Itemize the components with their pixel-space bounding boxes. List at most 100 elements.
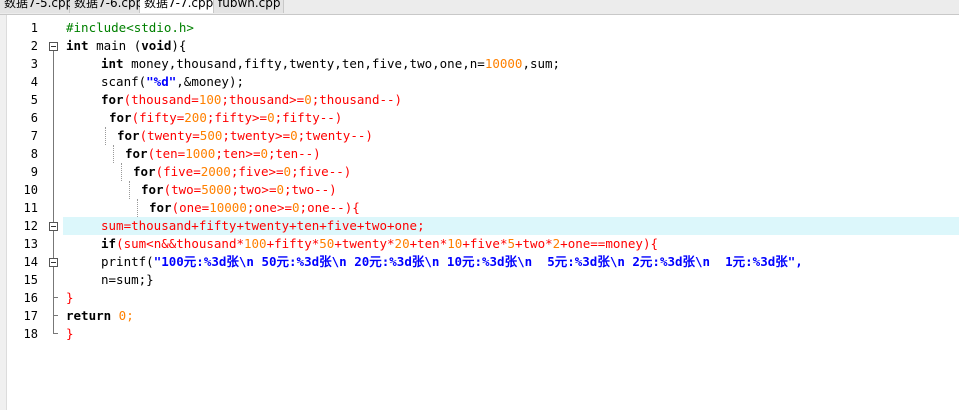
- code-text: ;ten>=: [215, 146, 261, 161]
- code-text: (fifty=: [131, 110, 185, 125]
- code-text: ;one--){: [299, 200, 360, 215]
- code-text: }: [66, 326, 74, 341]
- code-line: }: [66, 289, 959, 307]
- fold-end-marker: [53, 333, 58, 334]
- fold-toggle-icon[interactable]: [49, 222, 58, 231]
- line-number: 3: [30, 57, 38, 71]
- code-text: ;twenty--): [297, 128, 373, 143]
- line-number: 7: [30, 129, 38, 143]
- keyword: return: [66, 308, 112, 323]
- keyword: if: [101, 236, 117, 251]
- code-area[interactable]: #include<stdio.h> int main (void){ int m…: [63, 15, 959, 410]
- fold-guide-line: [53, 267, 54, 333]
- line-number: 1: [30, 21, 38, 35]
- string-literal: "100元:%3d张\n 50元:%3d张\n 20元:%3d张\n 10元:%…: [153, 254, 803, 269]
- number-literal: 10000: [484, 56, 523, 71]
- number-literal: 20: [394, 236, 410, 251]
- code-line: scanf("%d",&money);: [101, 73, 959, 91]
- tab-bar: 数据7-5.cpp 数据7-6.cpp 数据7-7.cpp fubwh.cpp: [0, 0, 959, 15]
- code-line: for(one=10000;one>=0;one--){: [149, 199, 959, 217]
- number-literal: 5: [507, 236, 515, 251]
- code-text: main (: [88, 38, 142, 53]
- code-line: for(fifty=200;fifty>=0;fifty--): [109, 109, 959, 127]
- code-text: ){: [171, 38, 187, 53]
- code-line: }: [66, 325, 959, 343]
- indent-guide: [105, 127, 107, 145]
- fold-end-marker: [53, 297, 58, 298]
- code-line: for(ten=1000;ten>=0;ten--): [125, 145, 959, 163]
- code-text: +twenty*: [334, 236, 395, 251]
- line-number: 13: [23, 237, 38, 251]
- number-literal: 2000: [200, 164, 231, 179]
- number-literal: 200: [184, 110, 207, 125]
- code-text: (two=: [163, 182, 202, 197]
- line-number-gutter: 1 2 3 4 5 6 7 8 9 10 11 12 13 14 15 16 1…: [8, 15, 62, 410]
- code-line: n=sum;}: [101, 271, 959, 289]
- code-editor[interactable]: 1 2 3 4 5 6 7 8 9 10 11 12 13 14 15 16 1…: [0, 15, 959, 410]
- code-text: ;five>=: [230, 164, 284, 179]
- line-number: 5: [30, 93, 38, 107]
- code-text: scanf(: [101, 74, 147, 89]
- number-literal: 0: [290, 128, 298, 143]
- number-literal: 100: [244, 236, 267, 251]
- number-literal: 10000: [209, 200, 247, 215]
- keyword: void: [141, 38, 172, 53]
- fold-guide-line: [53, 231, 54, 259]
- line-number: 12: [23, 219, 38, 233]
- left-margin-bar: [0, 15, 7, 410]
- keyword: for: [149, 200, 172, 215]
- number-literal: 0: [260, 146, 269, 161]
- indent-guide: [129, 181, 131, 199]
- number-literal: 5000: [201, 182, 232, 197]
- code-text: ;five--): [291, 164, 352, 179]
- code-text: ;ten--): [268, 146, 321, 161]
- code-text: ;two--): [284, 182, 337, 197]
- indent-guide: [137, 199, 139, 217]
- number-literal: 1000: [185, 146, 216, 161]
- code-text: +fifty*: [266, 236, 320, 251]
- code-text: +ten*: [409, 236, 448, 251]
- number-literal: 0: [292, 200, 300, 215]
- code-text: (one=: [171, 200, 210, 215]
- tab-file-7-5[interactable]: 数据7-5.cpp: [0, 0, 73, 13]
- tab-file-fubwh[interactable]: fubwh.cpp: [214, 0, 284, 13]
- fold-guide-line: [53, 51, 54, 223]
- preprocessor-directive: #include<stdio.h>: [66, 20, 194, 35]
- code-line: int main (void){: [66, 37, 959, 55]
- code-text: ;fifty>=: [206, 110, 268, 125]
- number-literal: 100: [198, 92, 222, 107]
- code-text: ;twenty>=: [222, 128, 291, 143]
- code-text: +one==money){: [560, 236, 659, 251]
- string-literal: "%d": [146, 74, 177, 89]
- line-number: 10: [23, 183, 38, 197]
- code-text: ;two>=: [231, 182, 277, 197]
- indent-guide: [113, 145, 115, 163]
- code-text: ,sum;: [522, 56, 561, 71]
- code-text: money,thousand,fifty,twenty,ten,five,two…: [123, 56, 485, 71]
- tab-file-7-6[interactable]: 数据7-6.cpp: [70, 0, 143, 13]
- keyword: for: [125, 146, 148, 161]
- number-literal: 0: [276, 182, 285, 197]
- code-line: #include<stdio.h>: [66, 19, 959, 37]
- code-text: (sum<n&&thousand*: [116, 236, 244, 251]
- number-literal: 500: [199, 128, 223, 143]
- fold-toggle-icon[interactable]: [49, 42, 58, 51]
- code-text: ;thousand--): [311, 92, 403, 107]
- tab-file-7-7[interactable]: 数据7-7.cpp: [140, 0, 214, 13]
- code-text: }: [66, 290, 74, 305]
- line-number: 9: [30, 165, 38, 179]
- line-number: 16: [23, 291, 38, 305]
- code-line: for(thousand=100;thousand>=0;thousand--): [101, 91, 959, 109]
- line-number: 8: [30, 147, 38, 161]
- code-text: +five*: [462, 236, 508, 251]
- code-text: ,&money);: [176, 74, 244, 89]
- keyword: for: [109, 110, 132, 125]
- fold-toggle-icon[interactable]: [49, 258, 58, 267]
- code-text: +two*: [515, 236, 553, 251]
- keyword: for: [101, 92, 124, 107]
- line-number: 18: [23, 327, 38, 341]
- keyword: int: [101, 56, 124, 71]
- code-text: (five=: [155, 164, 201, 179]
- code-text: sum=thousand+fifty+twenty+ten+five+two+o…: [101, 218, 425, 233]
- keyword: for: [133, 164, 156, 179]
